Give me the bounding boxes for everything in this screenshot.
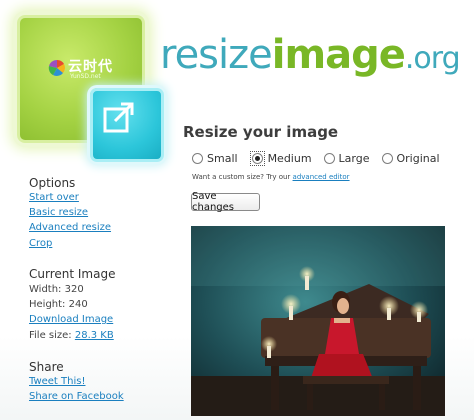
radio-large[interactable] (323, 153, 335, 164)
pinwheel-icon (48, 59, 65, 76)
brand-word-image: image (271, 32, 406, 78)
custom-size-prompt: Want a custom size? Try our (192, 173, 291, 181)
page-title: Resize your image (183, 123, 339, 141)
advanced-resize-link[interactable]: Advanced resize (29, 222, 111, 233)
radio-focus-frame (249, 151, 265, 166)
share-facebook-link[interactable]: Share on Facebook (29, 391, 124, 402)
image-height: Height: 240 (29, 299, 88, 310)
size-label-original: Original (396, 152, 440, 165)
start-over-link[interactable]: Start over (29, 192, 79, 203)
file-size-label: File size: (29, 330, 72, 341)
file-size-value[interactable]: 28.3 KB (75, 330, 114, 341)
brand-tld: .org (404, 41, 461, 76)
brand-word-resize: resize (160, 32, 273, 78)
size-option-original[interactable]: Original (381, 152, 440, 165)
size-option-small[interactable]: Small (192, 152, 238, 165)
resize-arrow-icon (103, 102, 134, 133)
advanced-editor-link[interactable]: advanced editor (293, 173, 350, 181)
download-image-link[interactable]: Download Image (29, 314, 113, 325)
size-option-medium[interactable]: Medium (249, 151, 312, 166)
partner-domain: YunSD.net (70, 73, 101, 80)
file-size-row: File size: 28.3 KB (29, 330, 114, 341)
current-image-heading: Current Image (29, 267, 116, 281)
radio-small[interactable] (192, 153, 203, 164)
image-width: Width: 320 (29, 284, 84, 295)
save-changes-button[interactable]: Save changes (191, 191, 260, 213)
crop-link[interactable]: Crop (29, 238, 52, 249)
preview-photo (191, 226, 445, 416)
options-heading: Options (29, 176, 76, 190)
resize-logo-tile (90, 88, 164, 162)
size-label-large: Large (338, 152, 370, 165)
radio-original[interactable] (381, 153, 393, 164)
size-label-medium: Medium (267, 152, 312, 165)
options-section: Options (29, 176, 75, 190)
basic-resize-link[interactable]: Basic resize (29, 207, 88, 218)
radio-medium[interactable] (251, 153, 263, 164)
share-heading: Share (29, 360, 64, 374)
site-brand[interactable]: resizeimage.org (160, 32, 461, 78)
image-preview (191, 226, 445, 416)
size-option-large[interactable]: Large (323, 152, 370, 165)
partner-logo[interactable]: 云时代 YunSD.net (48, 56, 118, 86)
size-label-small: Small (207, 152, 238, 165)
size-radio-group: Small Medium Large Original (192, 151, 452, 166)
tweet-this-link[interactable]: Tweet This! (29, 376, 85, 387)
custom-size-hint: Want a custom size? Try our advanced edi… (192, 173, 350, 181)
